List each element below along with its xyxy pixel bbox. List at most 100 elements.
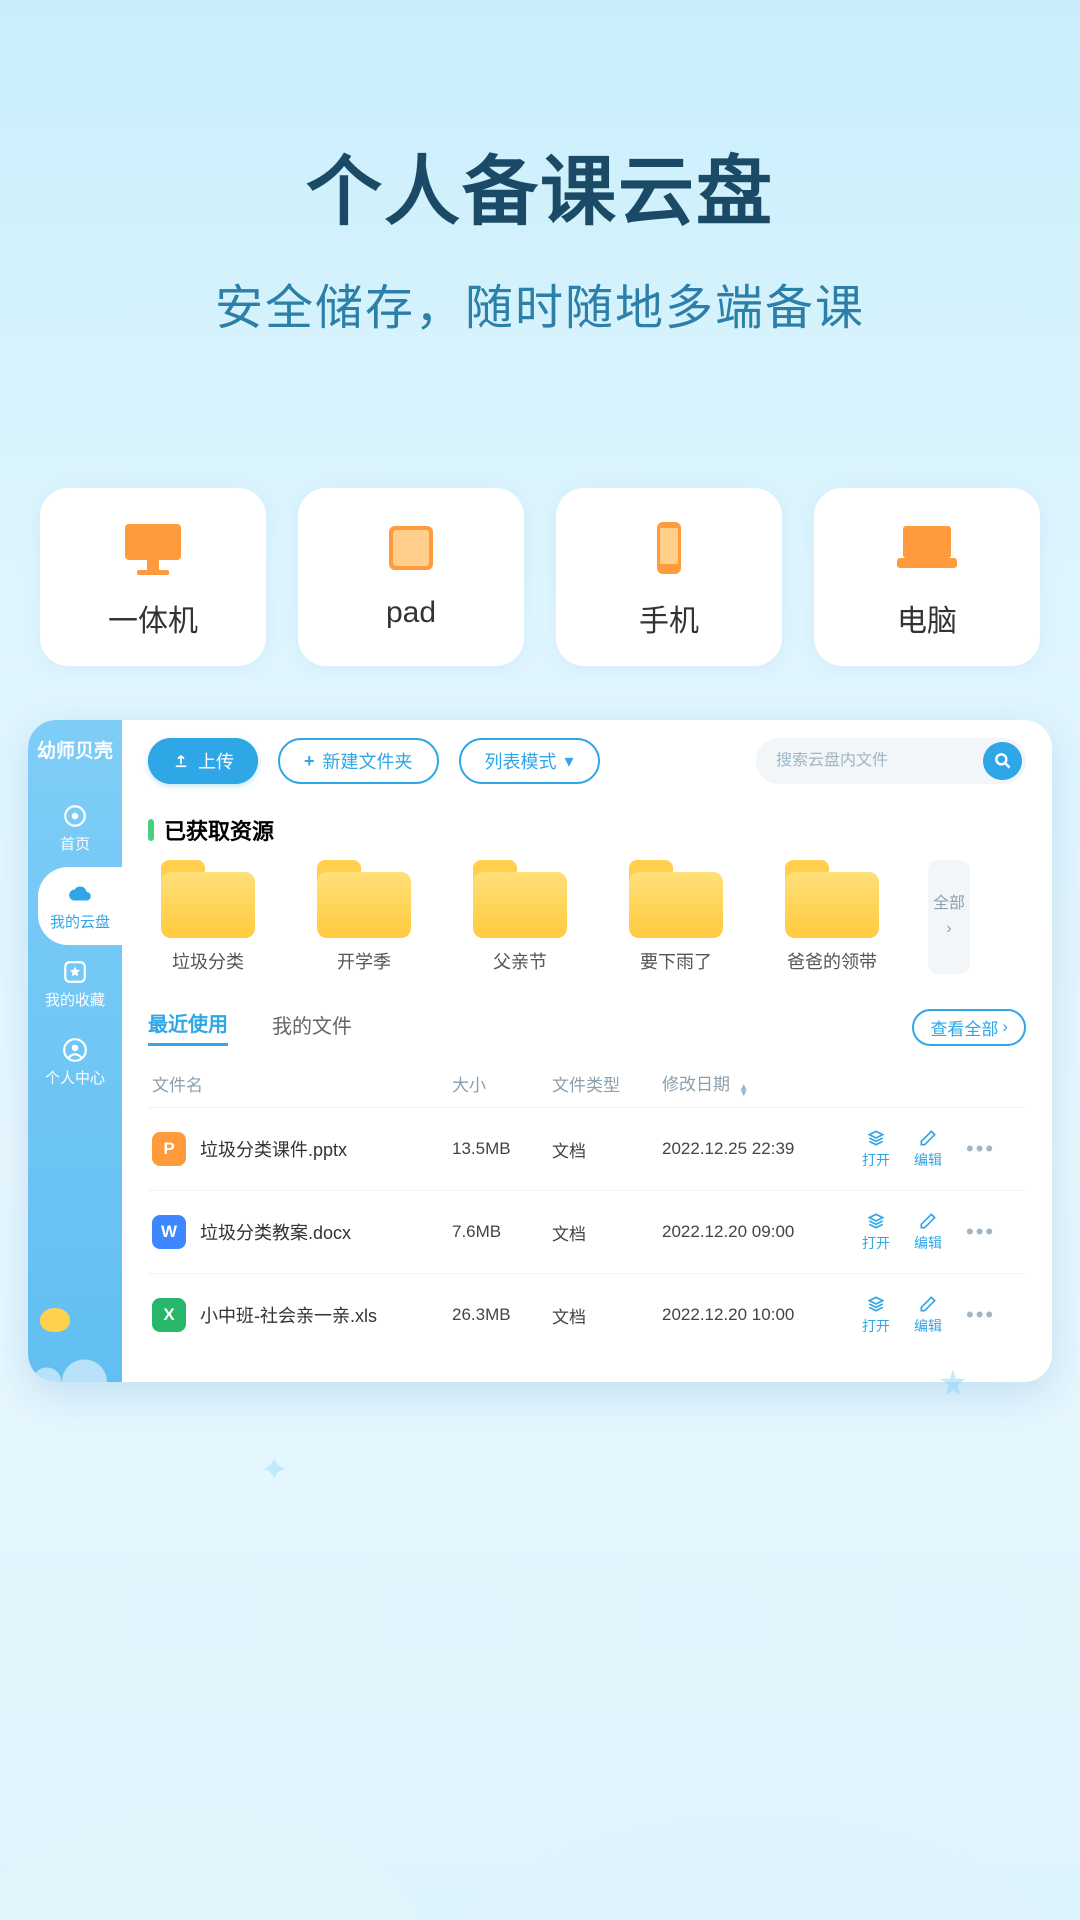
- open-button[interactable]: 打开: [862, 1294, 890, 1336]
- file-name: 垃圾分类教案.docx: [200, 1219, 351, 1245]
- more-icon[interactable]: •••: [966, 1136, 995, 1162]
- main-panel: 上传 + 新建文件夹 列表模式 ▾ 已获取资源 垃圾分类 开学季 父亲: [122, 720, 1052, 1382]
- tab-mine[interactable]: 我的文件: [272, 1010, 352, 1045]
- file-modified: 2022.12.20 10:00: [662, 1305, 862, 1325]
- device-card-pad: pad: [298, 488, 524, 666]
- sidebar-item-favorite[interactable]: 我的收藏: [28, 945, 122, 1023]
- docx-icon: W: [152, 1215, 186, 1249]
- device-card-desktop: 一体机: [40, 488, 266, 666]
- star-icon: [62, 959, 88, 985]
- row-actions: 打开编辑 •••: [862, 1128, 1022, 1170]
- folders-view-all-label: 全部: [933, 894, 965, 915]
- col-type: 文件类型: [552, 1071, 662, 1096]
- hero: 个人备课云盘 安全储存，随时随地多端备课: [0, 0, 1080, 338]
- upload-label: 上传: [198, 748, 234, 774]
- table-row[interactable]: X小中班-社会亲一亲.xls26.3MB文档2022.12.20 10:00打开…: [148, 1273, 1026, 1356]
- folder-label: 父亲节: [493, 948, 547, 974]
- view-all-button[interactable]: 查看全部 ›: [912, 1009, 1026, 1046]
- cloud-disk-window: 幼师贝壳 首页 我的云盘 我的收藏 个人中心 上传 + 新建文: [28, 720, 1052, 1382]
- table-header: 文件名 大小 文件类型 修改日期 ▲▼: [148, 1060, 1026, 1107]
- folder-item[interactable]: 要下雨了: [616, 860, 736, 974]
- file-type: 文档: [552, 1137, 662, 1162]
- file-name: 垃圾分类课件.pptx: [200, 1136, 347, 1162]
- col-modified[interactable]: 修改日期 ▲▼: [662, 1070, 862, 1097]
- file-name: 小中班-社会亲一亲.xls: [200, 1302, 377, 1328]
- folder-item[interactable]: 父亲节: [460, 860, 580, 974]
- search-input[interactable]: [776, 752, 983, 770]
- file-size: 26.3MB: [452, 1305, 552, 1325]
- folder-icon: [161, 860, 255, 938]
- table-row[interactable]: P 垃圾分类课件.pptx 13.5MB文档2022.12.25 22:39打开编辑…: [148, 1107, 1026, 1190]
- resources-heading: 已获取资源: [148, 814, 1026, 846]
- cloud-icon: [67, 881, 93, 907]
- new-folder-label: 新建文件夹: [323, 748, 413, 774]
- folder-label: 爸爸的领带: [787, 948, 877, 974]
- sidebar-item-cloud[interactable]: 我的云盘: [38, 867, 122, 945]
- view-mode-label: 列表模式: [485, 748, 557, 774]
- chevron-right-icon: ›: [946, 919, 951, 940]
- more-icon[interactable]: •••: [966, 1219, 995, 1245]
- sidebar: 幼师贝壳 首页 我的云盘 我的收藏 个人中心: [28, 720, 122, 1382]
- folder-label: 要下雨了: [640, 948, 712, 974]
- folder-icon: [785, 860, 879, 938]
- sidebar-item-profile[interactable]: 个人中心: [28, 1023, 122, 1101]
- sidebar-item-label: 我的收藏: [45, 989, 105, 1010]
- sidebar-item-home[interactable]: 首页: [28, 789, 122, 867]
- folder-icon: [317, 860, 411, 938]
- desktop-icon: [117, 518, 189, 578]
- view-all-label: 查看全部: [930, 1015, 998, 1040]
- table-row[interactable]: W垃圾分类教案.docx7.6MB文档2022.12.20 09:00打开编辑•…: [148, 1190, 1026, 1273]
- sidebar-item-label: 我的云盘: [50, 911, 110, 932]
- xls-icon: X: [152, 1298, 186, 1332]
- folder-label: 垃圾分类: [172, 948, 244, 974]
- device-label: 电脑: [897, 596, 957, 640]
- folder-item[interactable]: 垃圾分类: [148, 860, 268, 974]
- home-icon: [62, 803, 88, 829]
- sort-icon: ▲▼: [739, 1085, 749, 1097]
- plus-icon: +: [304, 751, 315, 772]
- upload-icon: [172, 752, 190, 770]
- sidebar-decoration: [28, 1312, 122, 1382]
- open-button[interactable]: 打开: [862, 1128, 890, 1170]
- page-title: 个人备课云盘: [0, 130, 1080, 240]
- more-icon[interactable]: •••: [966, 1302, 995, 1328]
- sidebar-item-label: 首页: [60, 833, 90, 854]
- pptx-icon: P: [152, 1132, 186, 1166]
- search-box[interactable]: [756, 738, 1026, 784]
- device-cards: 一体机 pad 手机 电脑: [40, 488, 1040, 666]
- file-name-cell: X 小中班-社会亲一亲.xls: [152, 1298, 452, 1332]
- file-type: 文档: [552, 1220, 662, 1245]
- folder-icon: [629, 860, 723, 938]
- upload-button[interactable]: 上传: [148, 738, 258, 784]
- laptop-icon: [891, 518, 963, 578]
- open-button[interactable]: 打开: [862, 1211, 890, 1253]
- tablet-icon: [375, 518, 447, 578]
- edit-button[interactable]: 编辑: [914, 1128, 942, 1170]
- file-modified: 2022.12.20 09:00: [662, 1222, 862, 1242]
- folder-item[interactable]: 爸爸的领带: [772, 860, 892, 974]
- background-star-icon: [936, 1366, 970, 1400]
- new-folder-button[interactable]: + 新建文件夹: [278, 738, 439, 784]
- folders-row: 垃圾分类 开学季 父亲节 要下雨了 爸爸的领带 全部 ›: [148, 860, 1026, 974]
- edit-button[interactable]: 编辑: [914, 1294, 942, 1336]
- file-modified: 2022.12.25 22:39: [662, 1139, 862, 1159]
- view-mode-button[interactable]: 列表模式 ▾: [459, 738, 600, 784]
- device-card-laptop: 电脑: [814, 488, 1040, 666]
- edit-button[interactable]: 编辑: [914, 1211, 942, 1253]
- folder-item[interactable]: 开学季: [304, 860, 424, 974]
- search-icon: [993, 751, 1013, 771]
- folders-view-all-button[interactable]: 全部 ›: [928, 860, 970, 974]
- device-label: 一体机: [108, 596, 198, 640]
- col-size: 大小: [452, 1071, 552, 1096]
- brand-logo: 幼师贝壳: [37, 736, 113, 763]
- row-actions: 打开编辑 •••: [862, 1211, 1022, 1253]
- page-subtitle: 安全储存，随时随地多端备课: [0, 268, 1080, 338]
- chevron-down-icon: ▾: [565, 751, 574, 772]
- search-submit-button[interactable]: [983, 742, 1022, 780]
- device-card-phone: 手机: [556, 488, 782, 666]
- chevron-right-icon: ›: [1002, 1017, 1008, 1037]
- tab-recent[interactable]: 最近使用: [148, 1008, 228, 1046]
- device-label: 手机: [639, 596, 699, 640]
- resources-heading-text: 已获取资源: [164, 814, 274, 846]
- file-size: 13.5MB: [452, 1139, 552, 1159]
